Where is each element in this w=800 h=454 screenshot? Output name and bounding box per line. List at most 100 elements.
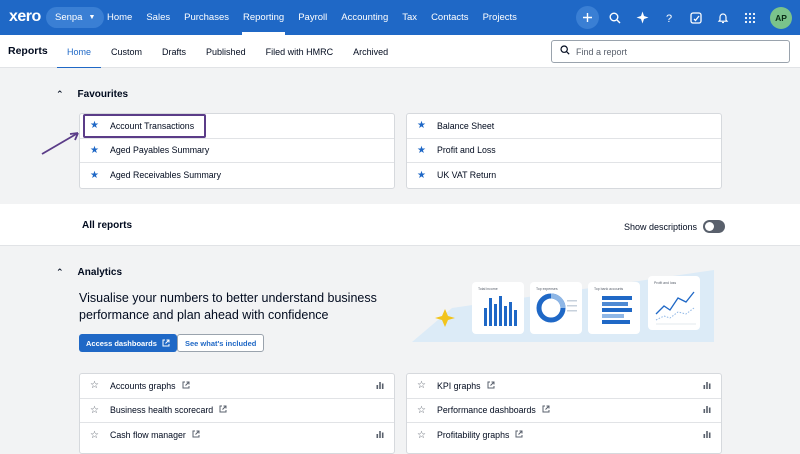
report-label: UK VAT Return: [437, 170, 497, 181]
external-link-icon: [192, 430, 200, 440]
analytics-headline: Visualise your numbers to better underst…: [79, 291, 377, 322]
search-input[interactable]: [576, 46, 776, 57]
analytics-illustration: Total income Top expenses Top bank accou…: [412, 270, 714, 342]
star-outline-icon[interactable]: ☆: [90, 430, 100, 441]
favourites-list-right: ★ Balance Sheet ★ Profit and Loss ★ UK VAT Re…: [406, 113, 722, 189]
highlight-box: [83, 114, 206, 138]
search-icon: [560, 45, 570, 58]
all-reports-heading: All reports: [82, 220, 133, 231]
star-filled-icon[interactable]: ★: [417, 120, 427, 131]
nav-link-sales[interactable]: Sales: [139, 0, 177, 35]
show-descriptions-control[interactable]: Show descriptions: [624, 220, 726, 233]
star-outline-icon[interactable]: ☆: [417, 430, 427, 441]
report-row-aged-payables-summary[interactable]: ★ Aged Payables Summary: [80, 139, 394, 163]
external-link-icon: [515, 430, 523, 440]
star-filled-icon[interactable]: ★: [90, 170, 100, 181]
bar-chart-icon: [703, 381, 711, 391]
report-label: Aged Payables Summary: [110, 145, 210, 156]
nav-link-purchases[interactable]: Purchases: [177, 0, 236, 35]
access-dashboards-button[interactable]: Access dashboards: [79, 334, 177, 352]
tab-custom[interactable]: Custom: [101, 35, 152, 68]
report-label: Business health scorecard: [110, 405, 214, 416]
report-label: KPI graphs: [437, 380, 481, 391]
caret-down-icon: ▼: [88, 14, 96, 21]
report-row-balance-sheet[interactable]: ★ Balance Sheet: [407, 114, 721, 139]
report-label: Balance Sheet: [437, 120, 495, 131]
chevron-up-icon[interactable]: ⌃: [56, 267, 64, 278]
analytics-list-right: ☆ KPI graphs ☆ Performance dashboards ☆ Profi…: [406, 373, 722, 454]
illus-card-label: Profit and loss: [654, 281, 676, 285]
illus-card-total-income: Total income: [472, 282, 524, 334]
nav-link-projects[interactable]: Projects: [476, 0, 524, 35]
illus-card-top-bank-accounts: Top bank accounts: [588, 282, 640, 334]
main-nav-links: Home Sales Purchases Reporting Payroll Accoun…: [100, 0, 524, 35]
organisation-switcher[interactable]: Senpa ▼: [46, 7, 105, 28]
apps-grid-icon[interactable]: [739, 7, 761, 29]
tab-published[interactable]: Published: [196, 35, 256, 68]
annotation-arrow-icon: [41, 132, 79, 155]
xero-logo[interactable]: xero: [9, 8, 41, 26]
tab-filed-with-hmrc[interactable]: Filed with HMRC: [256, 35, 344, 68]
report-row-aged-receivables-summary[interactable]: ★ Aged Receivables Summary: [80, 163, 394, 188]
plus-icon[interactable]: [576, 6, 599, 29]
nav-link-payroll[interactable]: Payroll: [291, 0, 334, 35]
report-label: Accounts graphs: [110, 380, 176, 391]
nav-link-home[interactable]: Home: [100, 0, 139, 35]
help-icon[interactable]: ?: [658, 7, 680, 29]
star-outline-icon[interactable]: ☆: [417, 405, 427, 416]
external-link-icon: [182, 381, 190, 391]
bar-chart-icon: [376, 381, 384, 391]
favourites-heading: Favourites: [77, 89, 129, 100]
tab-home[interactable]: Home: [57, 35, 102, 69]
favourites-header[interactable]: ⌃ Favourites: [56, 89, 128, 100]
chevron-up-icon[interactable]: ⌃: [56, 89, 64, 100]
external-link-icon: [162, 339, 170, 347]
report-row-profitability-graphs[interactable]: ☆ Profitability graphs: [407, 423, 721, 448]
notes-icon[interactable]: [685, 7, 707, 29]
report-row-uk-vat-return[interactable]: ★ UK VAT Return: [407, 163, 721, 188]
organisation-name: Senpa: [55, 12, 83, 23]
nav-link-contacts[interactable]: Contacts: [424, 0, 476, 35]
bar-chart-icon: [703, 430, 711, 440]
report-row-accounts-graphs[interactable]: ☆ Accounts graphs: [80, 374, 394, 399]
star-outline-icon[interactable]: ☆: [90, 380, 100, 391]
star-filled-icon[interactable]: ★: [417, 145, 427, 156]
show-descriptions-toggle[interactable]: [703, 220, 726, 233]
report-label: Performance dashboards: [437, 405, 536, 416]
illus-card-label: Top bank accounts: [594, 287, 623, 291]
star-filled-icon[interactable]: ★: [90, 145, 100, 156]
bell-icon[interactable]: [712, 7, 734, 29]
report-label: Profitability graphs: [437, 430, 510, 441]
nav-link-accounting[interactable]: Accounting: [334, 0, 395, 35]
show-descriptions-label: Show descriptions: [624, 221, 698, 232]
nav-link-tax[interactable]: Tax: [395, 0, 424, 35]
report-row-performance-dashboards[interactable]: ☆ Performance dashboards: [407, 399, 721, 423]
report-label: Cash flow manager: [110, 430, 186, 441]
report-row-kpi-graphs[interactable]: ☆ KPI graphs: [407, 374, 721, 399]
report-row-cash-flow-manager[interactable]: ☆ Cash flow manager: [80, 423, 394, 448]
illus-card-top-expenses: Top expenses: [530, 282, 582, 334]
access-dashboards-label: Access dashboards: [86, 338, 157, 348]
analytics-header[interactable]: ⌃ Analytics: [56, 267, 122, 278]
star-filled-icon[interactable]: ★: [417, 170, 427, 181]
see-whats-included-button[interactable]: See what's included: [177, 334, 265, 352]
bar-chart-icon: [376, 430, 384, 440]
user-avatar[interactable]: AP: [770, 6, 792, 29]
nav-icons: ? AP: [576, 0, 792, 35]
nav-link-reporting[interactable]: Reporting: [236, 0, 291, 35]
tab-archived[interactable]: Archived: [343, 35, 398, 68]
svg-text:?: ?: [666, 13, 672, 24]
reports-tabs: Home Custom Drafts Published Filed with HMRC…: [57, 35, 398, 69]
find-report-search[interactable]: [551, 40, 790, 63]
analytics-heading: Analytics: [77, 267, 123, 278]
report-label: Aged Receivables Summary: [110, 170, 221, 181]
sparkle-icon[interactable]: [631, 7, 653, 29]
report-row-profit-and-loss[interactable]: ★ Profit and Loss: [407, 139, 721, 163]
search-icon[interactable]: [604, 7, 626, 29]
star-outline-icon[interactable]: ☆: [417, 380, 427, 391]
external-link-icon: [219, 405, 227, 415]
tab-drafts[interactable]: Drafts: [152, 35, 196, 68]
page-title: Reports: [8, 45, 48, 57]
report-row-business-health-scorecard[interactable]: ☆ Business health scorecard: [80, 399, 394, 423]
star-outline-icon[interactable]: ☆: [90, 405, 100, 416]
